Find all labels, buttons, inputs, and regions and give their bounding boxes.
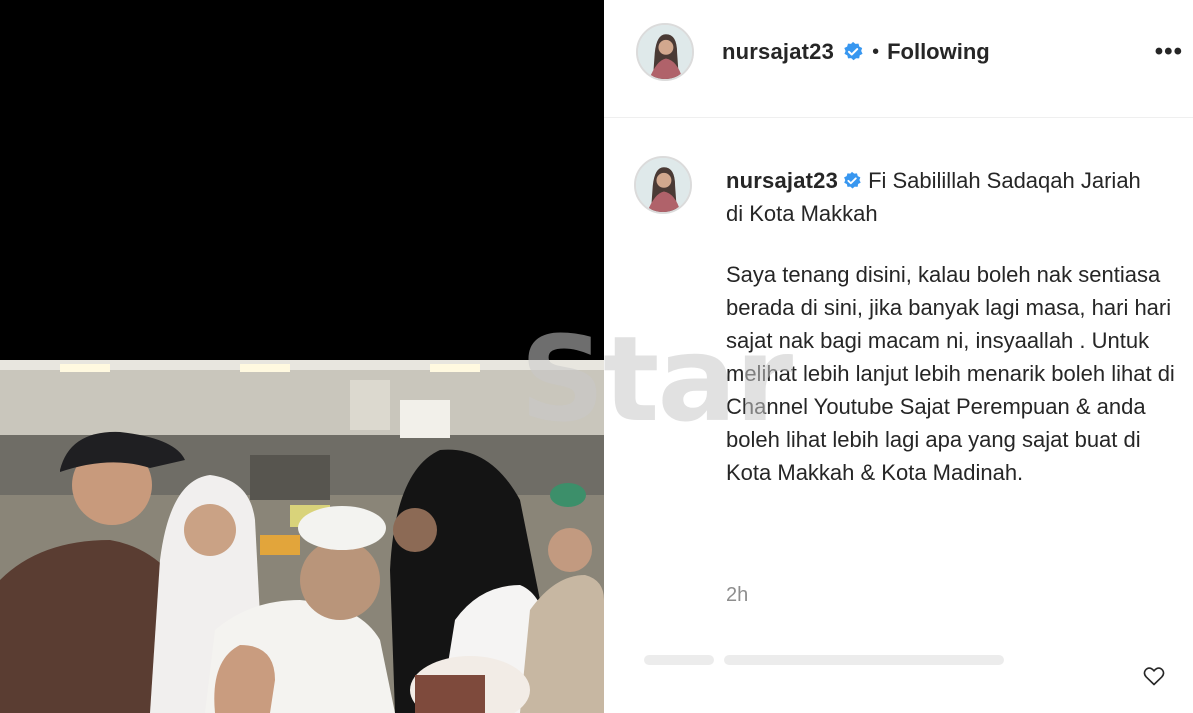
header-user-row: nursajat23 • Following xyxy=(722,39,990,65)
caption-username[interactable]: nursajat23 xyxy=(726,168,838,193)
profile-photo-icon xyxy=(636,158,690,212)
post-sidebar: nursajat23 • Following ••• nursajat23 Fi… xyxy=(604,0,1193,713)
caption-header: nursajat23 Fi Sabilillah Sadaqah Jariah … xyxy=(726,164,1146,230)
verified-badge-icon xyxy=(842,41,864,63)
avatar[interactable] xyxy=(636,23,694,81)
post-photo xyxy=(0,360,604,713)
caption-text: Saya tenang disini, kalau boleh nak sent… xyxy=(726,262,1175,485)
more-options-icon[interactable]: ••• xyxy=(1155,38,1183,66)
post-header: nursajat23 • Following ••• xyxy=(604,0,1193,118)
separator-dot: • xyxy=(872,40,880,63)
following-button[interactable]: Following xyxy=(887,39,990,65)
post-media[interactable] xyxy=(0,0,604,713)
profile-photo-icon xyxy=(638,25,692,79)
verified-badge-icon xyxy=(842,167,862,189)
blurred-comment xyxy=(644,651,1144,671)
caption-avatar[interactable] xyxy=(634,156,692,214)
header-username[interactable]: nursajat23 xyxy=(722,39,834,65)
post-timestamp[interactable]: 2h xyxy=(726,584,748,607)
crowd-photo-illustration xyxy=(0,360,604,713)
heart-icon[interactable] xyxy=(1142,664,1166,688)
